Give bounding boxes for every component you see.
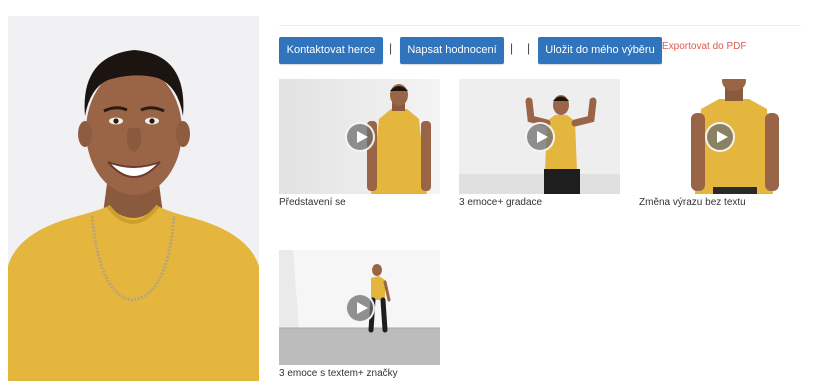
play-icon: [344, 121, 375, 152]
separator: |: [527, 41, 531, 55]
export-pdf-link[interactable]: Exportovat do PDF: [662, 41, 746, 52]
video-thumbnail[interactable]: [459, 79, 620, 194]
play-icon: [344, 292, 375, 323]
play-icon: [704, 121, 735, 152]
video-thumbnail[interactable]: [279, 250, 440, 365]
separator: |: [389, 41, 393, 55]
video-title: 3 emoce+ gradace: [459, 197, 543, 208]
actor-profile-photo: [8, 16, 259, 381]
play-icon: [524, 121, 555, 152]
video-tile: 3 emoce+ gradace: [459, 79, 620, 208]
separator: |: [510, 41, 514, 55]
top-divider: [279, 25, 801, 26]
video-title: Představení se: [279, 197, 346, 208]
write-review-button[interactable]: Napsat hodnocení: [400, 37, 504, 64]
video-tile: Představení se: [279, 79, 440, 208]
contact-actor-button[interactable]: Kontaktovat herce: [279, 37, 383, 64]
video-tile: 3 emoce s textem+ značky: [279, 250, 440, 379]
video-thumbnail[interactable]: [639, 79, 800, 194]
video-tile: Změna výrazu bez textu: [639, 79, 800, 208]
save-to-selection-button[interactable]: Uložit do mého výběru: [538, 37, 662, 64]
video-title: 3 emoce s textem+ značky: [279, 368, 398, 379]
video-thumbnail[interactable]: [279, 79, 440, 194]
video-title: Změna výrazu bez textu: [639, 197, 746, 208]
